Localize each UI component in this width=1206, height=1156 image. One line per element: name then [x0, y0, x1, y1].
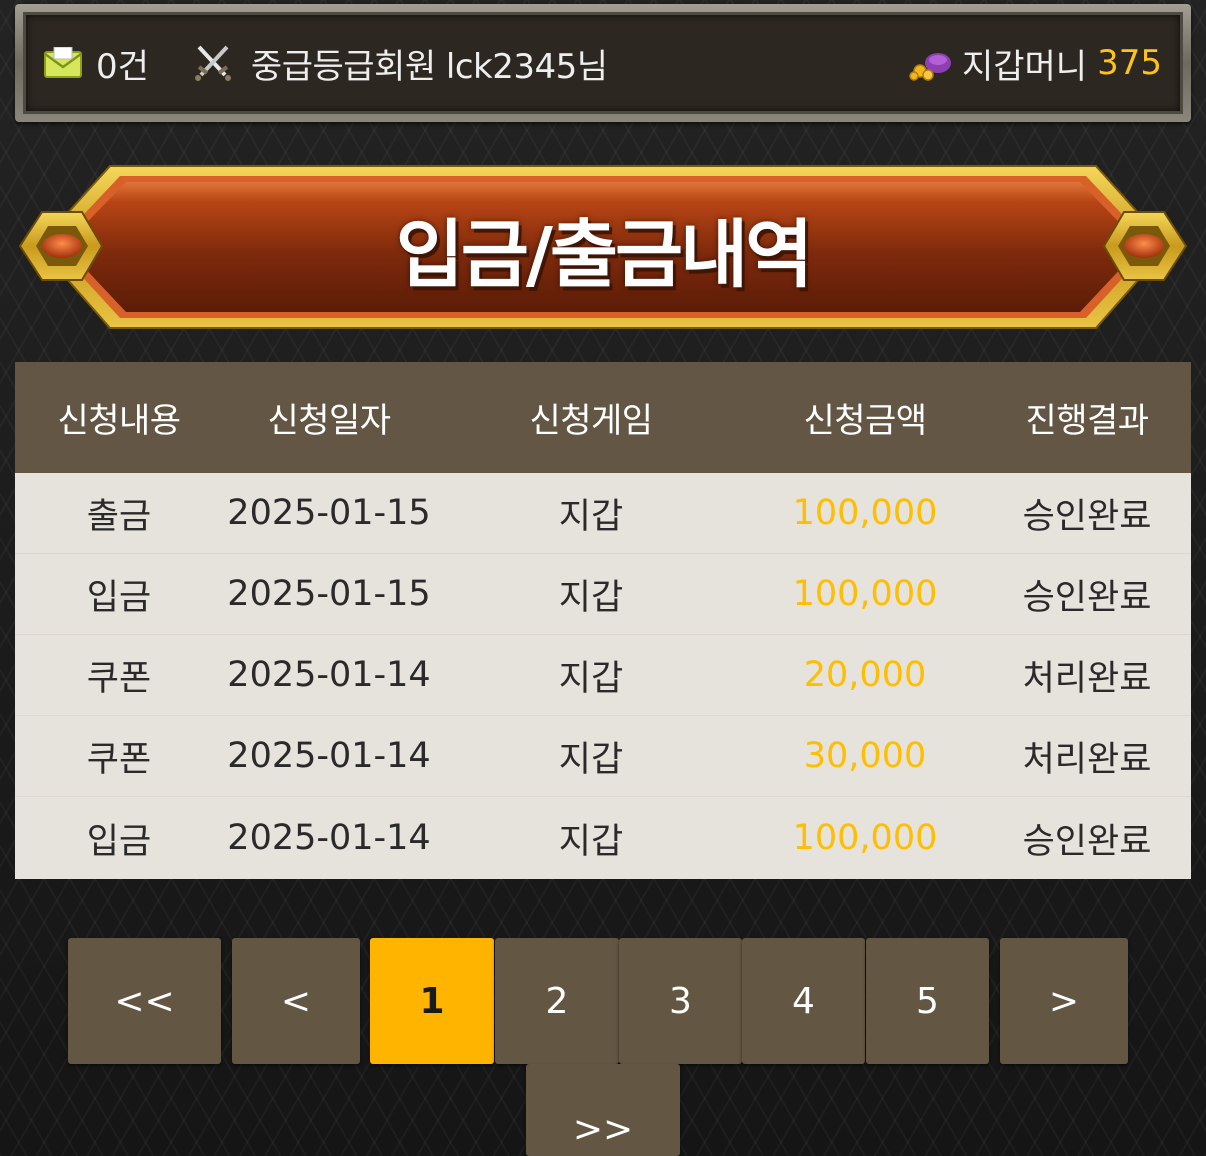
page-button-3[interactable]: 3: [619, 938, 742, 1064]
cell-amount: 100,000: [792, 818, 938, 858]
cell-amount: 100,000: [792, 493, 938, 533]
mail-icon: [44, 47, 82, 78]
history-table: 신청내용 신청일자 신청게임 신청금액 진행결과 출금 2025-01-15 지…: [15, 362, 1191, 879]
cell-type: 쿠폰: [86, 658, 152, 699]
next-page-button[interactable]: >: [1000, 938, 1128, 1064]
wallet-icon: [909, 53, 951, 81]
cell-date: 2025-01-14: [227, 736, 431, 776]
table-row: 쿠폰 2025-01-14 지갑 20,000 처리완료: [15, 635, 1191, 716]
money-label: 지갑머니: [961, 46, 1088, 87]
cell-result: 승인완료: [1022, 821, 1152, 862]
cell-result: 승인완료: [1022, 496, 1152, 537]
cell-type: 입금: [86, 821, 152, 862]
cell-date: 2025-01-15: [227, 493, 431, 533]
page-title: 입금/출금내역: [395, 212, 814, 298]
cell-game: 지갑: [558, 577, 624, 618]
table-row: 입금 2025-01-15 지갑 100,000 승인완료: [15, 554, 1191, 635]
top-bar-inner: 0건 중급등급회원 lck2345님 지갑머니 375: [23, 12, 1183, 114]
mail-count: 0건: [96, 46, 149, 87]
cell-type: 출금: [86, 496, 152, 537]
page-button-4[interactable]: 4: [742, 938, 865, 1064]
cell-game: 지갑: [558, 821, 624, 862]
user-info: 중급등급회원 lck2345님: [149, 39, 608, 88]
cell-date: 2025-01-14: [227, 818, 431, 858]
money-value: 375: [1097, 43, 1162, 83]
header-game: 신청게임: [529, 401, 653, 441]
first-page-button[interactable]: <<: [68, 938, 221, 1064]
header-date: 신청일자: [267, 401, 391, 441]
page-button-1[interactable]: 1: [370, 938, 494, 1064]
cell-date: 2025-01-14: [227, 655, 431, 695]
cell-game: 지갑: [558, 496, 624, 537]
cell-amount: 30,000: [803, 736, 927, 776]
user-label: 중급등급회원 lck2345님: [250, 46, 608, 87]
header-amount: 신청금액: [803, 401, 927, 441]
cell-game: 지갑: [558, 658, 624, 699]
cell-type: 쿠폰: [86, 739, 152, 780]
cell-date: 2025-01-15: [227, 574, 431, 614]
cell-result: 처리완료: [1022, 658, 1152, 699]
last-page-button[interactable]: >>: [526, 1064, 680, 1156]
crossed-swords-icon: [194, 45, 231, 81]
page-button-2[interactable]: 2: [495, 938, 619, 1064]
header-result: 진행결과: [1025, 401, 1149, 441]
cell-amount: 100,000: [792, 574, 938, 614]
mail-status[interactable]: 0건: [44, 39, 149, 88]
wallet-status[interactable]: 지갑머니 375: [908, 39, 1162, 88]
page-button-5[interactable]: 5: [866, 938, 989, 1064]
cell-result: 처리완료: [1022, 739, 1152, 780]
table-row: 쿠폰 2025-01-14 지갑 30,000 처리완료: [15, 716, 1191, 797]
cell-type: 입금: [86, 577, 152, 618]
header-type: 신청내용: [57, 401, 181, 441]
title-banner: 입금/출금내역: [0, 160, 1206, 340]
prev-page-button[interactable]: <: [232, 938, 360, 1064]
table-row: 출금 2025-01-15 지갑 100,000 승인완료: [15, 473, 1191, 554]
top-bar: 0건 중급등급회원 lck2345님 지갑머니 375: [15, 4, 1191, 122]
cell-game: 지갑: [558, 739, 624, 780]
cell-amount: 20,000: [803, 655, 927, 695]
table-row: 입금 2025-01-14 지갑 100,000 승인완료: [15, 797, 1191, 879]
cell-result: 승인완료: [1022, 577, 1152, 618]
table-header: 신청내용 신청일자 신청게임 신청금액 진행결과: [15, 362, 1191, 473]
